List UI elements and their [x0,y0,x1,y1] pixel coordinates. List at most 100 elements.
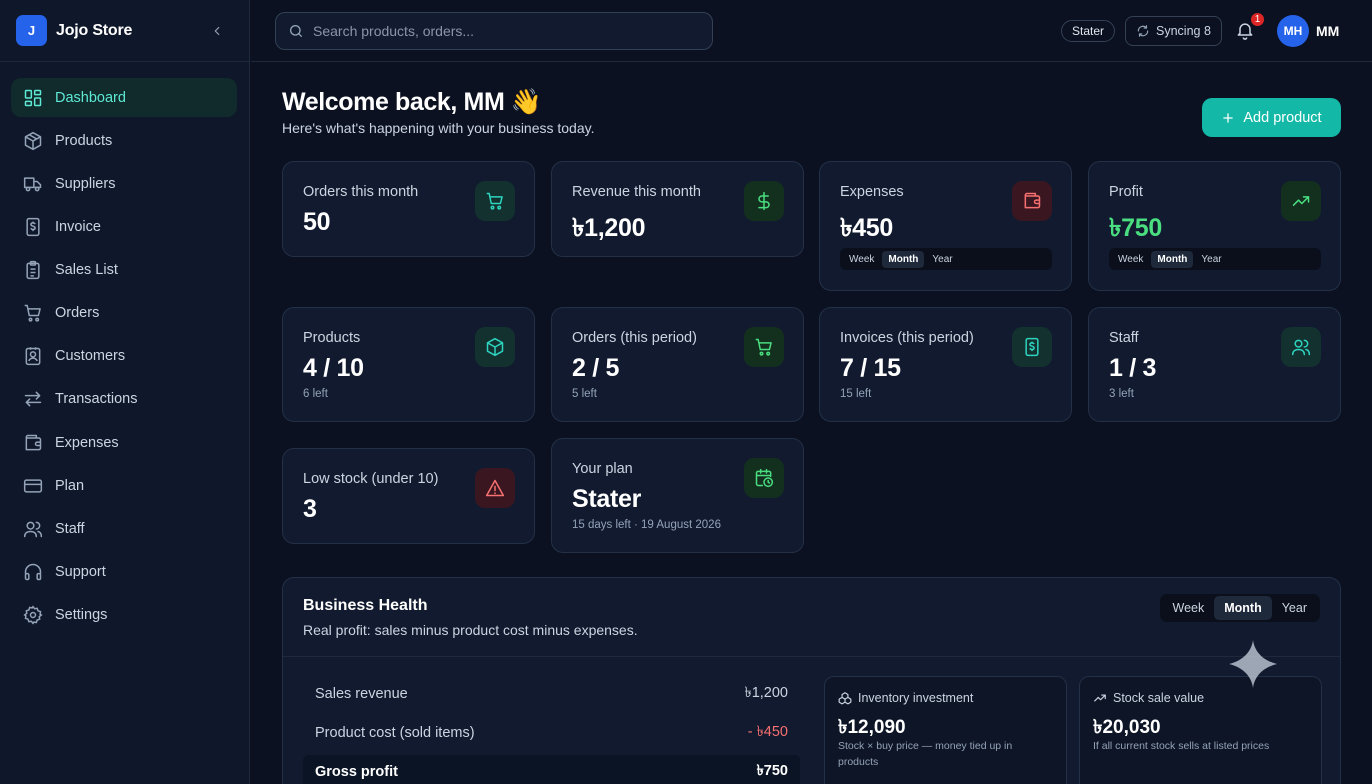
brand-logo: J [16,15,47,46]
trending-up-icon [1094,694,1106,702]
card-note: 6 left [303,388,328,400]
card-icon [1281,181,1321,221]
sidebar-item-label: Expenses [55,434,119,451]
sidebar-item-products[interactable]: Products [11,121,237,160]
sidebar-item-suppliers[interactable]: Suppliers [11,164,237,203]
mini-note: Stock × buy price — money tied up in pro… [838,740,1013,768]
sidebar-item-label: Support [55,564,106,581]
products-card: Products 4 / 10 6 left [282,307,535,422]
gear-icon [23,605,43,625]
sidebar-item-transactions[interactable]: Transactions [11,380,237,419]
plan-badge[interactable]: Stater [1061,20,1116,42]
card-label: Staff [1109,330,1139,346]
box-icon [486,337,504,357]
calendar-clock-icon [755,468,774,488]
card-icon [1281,327,1321,367]
sidebar-item-settings[interactable]: Settings [11,596,237,635]
card-label: Revenue this month [572,184,701,200]
collapse-sidebar-button[interactable] [207,21,227,41]
card-label: Low stock (under 10) [303,471,439,487]
orders-month-card: Orders this month 50 [282,161,535,257]
orders-period-card: Orders (this period) 2 / 5 5 left [551,307,804,422]
card-icon [1012,327,1052,367]
page-subtitle: Here's what's happening with your busine… [282,120,595,136]
sparkle-icon [1229,640,1277,688]
card-icon [744,458,784,498]
arrows-icon [24,392,42,407]
period-year[interactable]: Year [1195,251,1227,268]
card-label: Orders (this period) [572,330,697,346]
brand: J Jojo Store [0,0,249,62]
card-value: ৳1,200 [572,214,646,242]
wallet-icon [25,434,42,451]
sidebar-item-expenses[interactable]: Expenses [11,423,237,462]
card-label: Invoices (this period) [840,330,974,346]
period-week[interactable]: Week [1112,251,1149,268]
expenses-period-toggle: Week Month Year [840,248,1052,270]
inventory-investment-card: Inventory investment ৳12,090 Stock × buy… [824,676,1067,784]
sidebar-item-label: Invoice [55,218,101,235]
sync-label: Syncing 8 [1156,24,1211,38]
card-icon [475,468,515,508]
search-box[interactable] [275,12,713,50]
sidebar-item-staff[interactable]: Staff [11,509,237,548]
topbar: Stater Syncing 8 1 MH MM [251,0,1372,62]
card-value: 4 / 10 [303,354,364,382]
sidebar-item-orders[interactable]: Orders [11,294,237,333]
card-icon [475,327,515,367]
revenue-month-card: Revenue this month ৳1,200 [551,161,804,257]
add-product-label: Add product [1243,109,1322,126]
card-label: Orders this month [303,184,419,200]
period-month[interactable]: Month [1214,596,1272,620]
stock-sale-value-card: Stock sale value ৳20,030 If all current … [1079,676,1322,784]
mini-title-row: Inventory investment [838,691,973,705]
clipboard-icon [26,260,40,280]
sidebar-item-plan[interactable]: Plan [11,466,237,505]
box-icon [24,131,42,150]
plus-icon [1223,112,1234,123]
row-label: Sales revenue [315,686,408,702]
sidebar-item-label: Transactions [55,391,138,408]
sidebar-item-invoice[interactable]: Invoice [11,207,237,246]
mini-title: Inventory investment [858,691,974,705]
divider [283,656,1340,657]
refresh-icon [1137,25,1149,37]
mini-note: If all current stock sells at listed pri… [1093,740,1270,752]
section-title: Business Health [303,597,428,614]
card-icon [744,181,784,221]
card-label: Your plan [572,461,633,477]
period-week[interactable]: Week [1163,596,1215,620]
sales-revenue-row: Sales revenue ৳1,200 [303,677,800,711]
low-stock-card: Low stock (under 10) 3 [282,448,535,544]
users-icon [23,521,43,538]
sidebar-item-dashboard[interactable]: Dashboard [11,78,237,117]
sync-status-button[interactable]: Syncing 8 [1125,16,1222,46]
card-icon [23,479,43,493]
business-health-panel: Business Health Real profit: sales minus… [282,577,1341,784]
add-product-button[interactable]: Add product [1202,98,1341,137]
dollar-icon [758,191,770,211]
expenses-card: Expenses ৳450 Week Month Year [819,161,1072,291]
card-value: 7 / 15 [840,354,901,382]
sidebar-item-label: Staff [55,520,85,537]
sidebar-item-label: Dashboard [55,89,126,106]
period-year[interactable]: Year [926,251,958,268]
sidebar-item-customers[interactable]: Customers [11,337,237,376]
period-year[interactable]: Year [1272,596,1317,620]
search-input[interactable] [313,23,693,39]
user-name[interactable]: MM [1316,23,1339,39]
card-label: Profit [1109,184,1143,200]
sidebar-item-sales-list[interactable]: Sales List [11,251,237,290]
sidebar-item-support[interactable]: Support [11,553,237,592]
period-month[interactable]: Month [1151,250,1194,268]
period-week[interactable]: Week [843,251,880,268]
sidebar-item-label: Plan [55,477,85,494]
cart-icon [755,338,772,356]
sidebar-item-label: Orders [55,305,100,322]
avatar[interactable]: MH [1277,15,1309,47]
trending-up-icon [1292,196,1310,206]
period-month[interactable]: Month [882,250,925,268]
sidebar: J Jojo Store Dashboard Products Supplier… [0,0,250,784]
row-amount: ৳1,200 [744,685,788,701]
truck-icon [23,177,42,192]
